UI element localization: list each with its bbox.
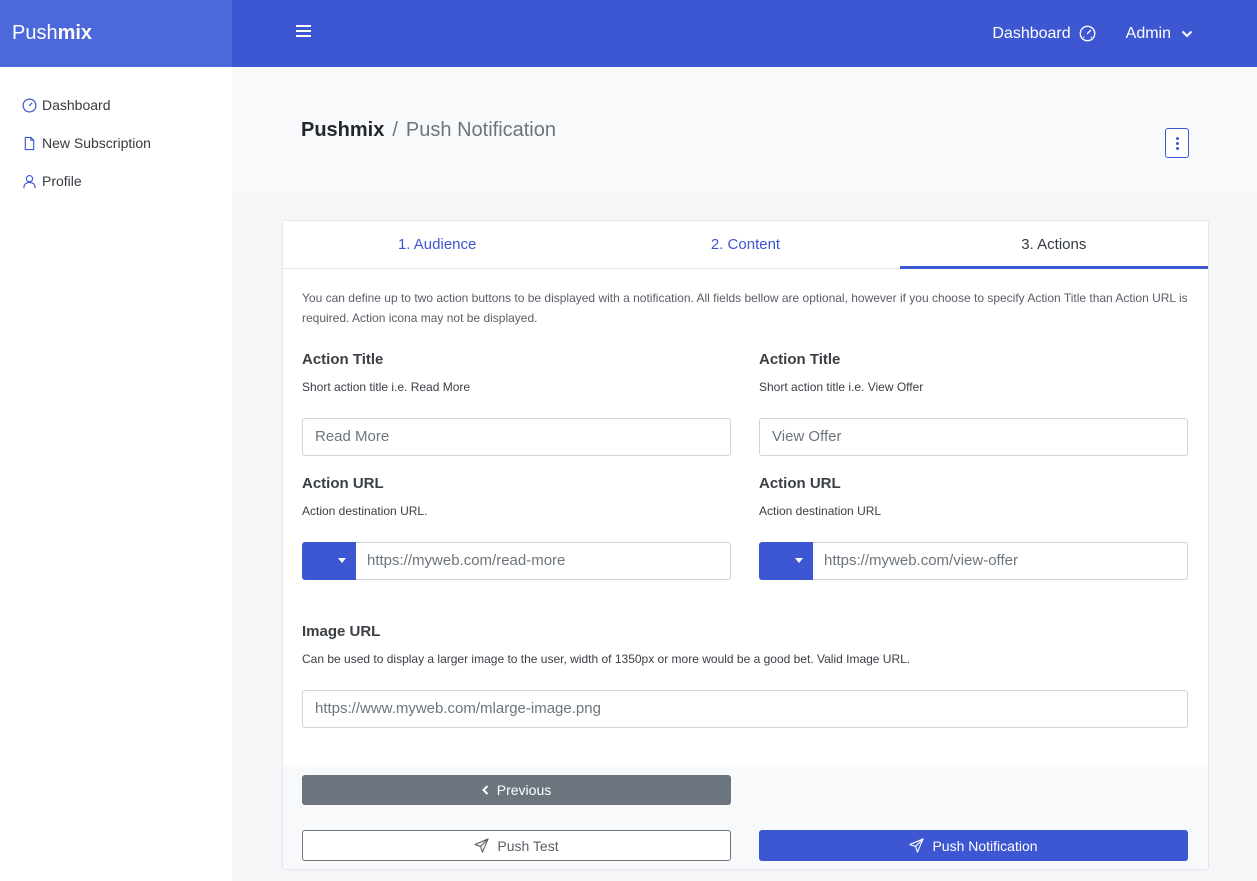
send-icon xyxy=(909,838,925,853)
top-dashboard-label: Dashboard xyxy=(992,24,1071,42)
image-url-input[interactable]: https://www.myweb.com/mlarge-image.png xyxy=(302,690,1188,728)
action2-icon-dropdown-button[interactable] xyxy=(759,542,813,580)
chevron-down-icon xyxy=(1181,30,1193,37)
push-notification-button-label: Push Notification xyxy=(932,837,1038,854)
sidebar-item-profile[interactable]: Profile xyxy=(22,173,82,189)
previous-button[interactable]: Previous xyxy=(302,775,731,805)
action1-title-help: Short action title i.e. Read More xyxy=(302,380,471,394)
push-notification-button[interactable]: Push Notification xyxy=(759,830,1188,861)
brand-text-part2: mix xyxy=(57,22,93,44)
tab-content[interactable]: 2. Content xyxy=(591,221,899,268)
sidebar-item-dashboard[interactable]: Dashboard xyxy=(22,97,111,113)
action2-url-label: Action URL xyxy=(759,475,841,492)
action1-url-group: https://myweb.com/read-more xyxy=(302,542,731,580)
kebab-dot-icon xyxy=(1175,146,1179,150)
sidebar-item-label: Dashboard xyxy=(42,97,111,113)
image-url-label: Image URL xyxy=(302,623,381,640)
breadcrumb-home[interactable]: Pushmix xyxy=(301,119,384,142)
sidebar: Dashboard New Subscription Profile xyxy=(0,67,232,881)
action1-title-input[interactable]: Read More xyxy=(302,418,731,456)
action1-url-input[interactable]: https://myweb.com/read-more xyxy=(356,542,731,580)
action2-title-label: Action Title xyxy=(759,351,841,368)
actions-intro-text: You can define up to two action buttons … xyxy=(302,291,1188,325)
chevron-left-icon xyxy=(481,785,488,795)
image-url-help: Can be used to display a larger image to… xyxy=(302,652,911,666)
action1-icon-dropdown-button[interactable] xyxy=(302,542,356,580)
sidebar-item-new-subscription[interactable]: New Subscription xyxy=(22,135,151,151)
user-icon xyxy=(23,174,36,188)
kebab-dot-icon xyxy=(1175,141,1179,145)
breadcrumb: Pushmix / Push Notification xyxy=(301,119,556,142)
brand-logo[interactable]: Pushmix xyxy=(0,0,232,67)
top-dashboard-link[interactable]: Dashboard xyxy=(992,24,1096,43)
push-test-button-label: Push Test xyxy=(497,837,559,854)
sidebar-item-label: New Subscription xyxy=(42,135,151,151)
page-header: Pushmix / Push Notification xyxy=(232,67,1257,191)
user-menu[interactable]: Admin xyxy=(1126,25,1193,43)
notification-wizard-card: 1. Audience 2. Content 3. Actions You ca… xyxy=(282,220,1209,870)
wizard-tabs: 1. Audience 2. Content 3. Actions xyxy=(283,221,1209,269)
send-icon xyxy=(474,838,489,853)
action2-title-input[interactable]: View Offer xyxy=(759,418,1188,456)
more-options-button[interactable] xyxy=(1165,128,1189,158)
tab-actions[interactable]: 3. Actions xyxy=(899,221,1209,269)
action2-url-group: https://myweb.com/view-offer xyxy=(759,542,1188,580)
action2-url-help: Action destination URL xyxy=(759,504,882,518)
sidebar-item-label: Profile xyxy=(42,173,82,189)
previous-button-label: Previous xyxy=(496,782,552,798)
kebab-dot-icon xyxy=(1175,136,1179,140)
brand-text-part1: Push xyxy=(12,22,58,44)
action1-url-help: Action destination URL. xyxy=(302,504,428,518)
action2-title-help: Short action title i.e. View Offer xyxy=(759,380,924,394)
top-navbar: Pushmix Dashboard Admin xyxy=(0,0,1257,67)
document-icon xyxy=(24,136,35,150)
page-title: Push Notification xyxy=(405,119,556,141)
card-footer: Previous Push Test Push Notification xyxy=(283,765,1208,869)
user-menu-label: Admin xyxy=(1125,24,1171,42)
menu-toggle-icon[interactable] xyxy=(294,22,314,42)
dashboard-icon xyxy=(22,98,37,112)
action1-url-label: Action URL xyxy=(302,475,384,492)
action1-title-label: Action Title xyxy=(302,351,384,368)
tab-audience[interactable]: 1. Audience xyxy=(283,221,591,268)
push-test-button[interactable]: Push Test xyxy=(302,830,731,861)
action2-url-input[interactable]: https://myweb.com/view-offer xyxy=(813,542,1188,580)
breadcrumb-separator: / xyxy=(392,119,398,141)
top-right-nav: Dashboard Admin xyxy=(992,0,1257,67)
speedometer-icon xyxy=(1079,25,1096,42)
